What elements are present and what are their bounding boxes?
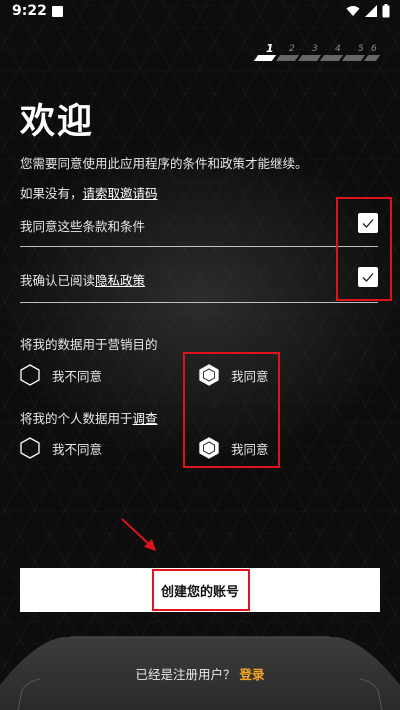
survey-question: 将我的个人数据用于调查 [20,408,158,427]
status-time: 9:22 [12,3,47,19]
checkbox-highlight [336,197,392,301]
step-bar-1 [253,55,277,61]
request-invite-link[interactable]: 请索取邀请码 [83,186,158,201]
marketing-disagree-option[interactable]: 我不同意 [20,364,102,386]
step-bar-6 [363,55,381,61]
notification-icon [52,6,63,17]
step-label-1: 1 [266,42,274,55]
bottom-panel [0,636,400,710]
marketing-disagree-label: 我不同意 [52,368,103,384]
terms-row[interactable]: 我同意这些条款和条件 [20,210,380,250]
radio-highlight [183,352,280,468]
status-icons [346,4,390,18]
page-title: 欢迎 [20,102,95,142]
step-label-6: 6 [371,44,377,54]
survey-disagree-label: 我不同意 [52,441,103,457]
step-bar-4 [319,55,344,61]
wifi-icon [346,6,360,16]
footer-line: 已经是注册用户？ 登录 [0,664,400,683]
invite-line: 如果没有，请索取邀请码 [20,183,158,202]
step-label-4: 4 [335,44,341,54]
step-bar-5 [341,55,366,61]
marketing-question: 将我的数据用于营销目的 [20,337,158,352]
survey-question-prefix: 将我的个人数据用于 [20,411,133,426]
footer-text: 已经是注册用户？ [135,667,236,682]
login-link[interactable]: 登录 [239,667,264,682]
create-button-highlight [152,569,250,611]
step-label-2: 2 [289,44,295,54]
arrow-icon [121,518,156,551]
signal-icon [365,5,377,17]
privacy-policy-link[interactable]: 隐私政策 [95,273,145,288]
step-label-3: 3 [312,44,318,54]
privacy-divider [20,302,378,303]
step-label-5: 5 [358,44,364,54]
survey-link[interactable]: 调查 [133,411,158,426]
privacy-prefix: 我确认已阅读 [20,273,96,288]
status-bar: 9:22 [0,0,400,24]
privacy-row[interactable]: 我确认已阅读隐私政策 [20,264,380,304]
hexagon-radio-icon [20,437,40,459]
privacy-label: 我确认已阅读隐私政策 [20,270,145,289]
battery-icon [382,4,390,18]
terms-label: 我同意这些条款和条件 [20,219,146,234]
step-bar-3 [297,55,322,61]
page-subtitle: 您需要同意使用此应用程序的条件和政策才能继续。 [20,156,308,171]
terms-divider [20,246,378,247]
invite-prefix: 如果没有， [20,186,83,201]
step-bar-2 [275,55,300,61]
survey-disagree-option[interactable]: 我不同意 [20,437,102,459]
hexagon-radio-icon [20,364,40,386]
step-indicator: 1 2 3 4 5 6 [253,42,381,64]
